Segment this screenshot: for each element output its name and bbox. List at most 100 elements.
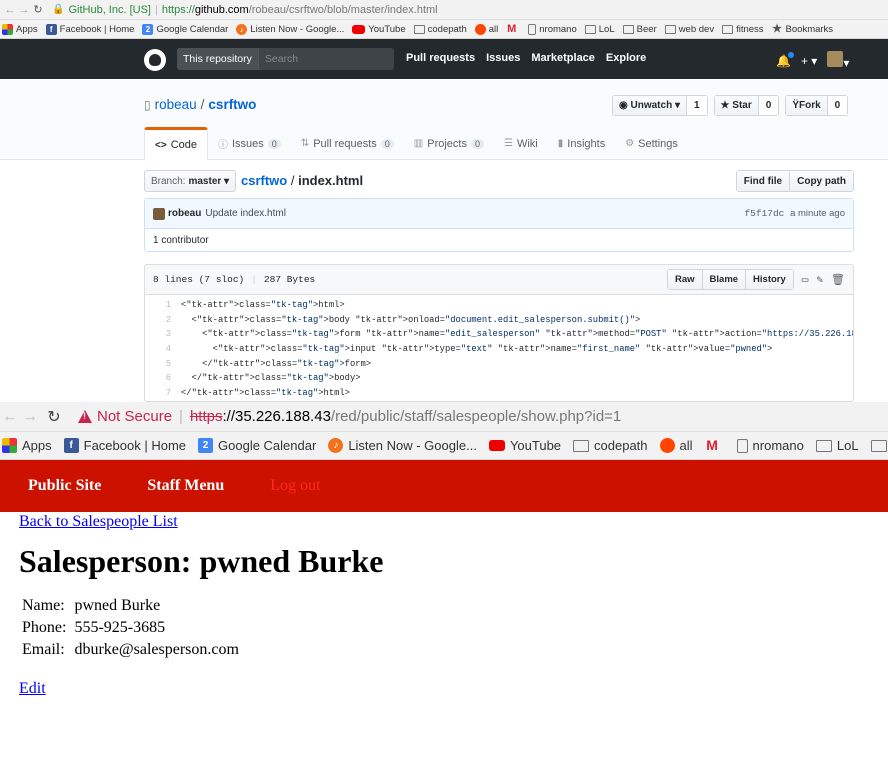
bookmark-gmail[interactable]: M (506, 23, 520, 35)
commit-message-link[interactable]: Update index.html (205, 208, 286, 219)
bookmark-lol[interactable]: LoL (815, 438, 859, 453)
raw-button[interactable]: Raw (667, 270, 702, 289)
breadcrumb-repo-link[interactable]: csrftwo (241, 173, 287, 188)
tab-projects[interactable]: ▥ Projects 0 (404, 127, 494, 160)
forward-icon[interactable]: → (18, 4, 30, 16)
bookmark-codepath[interactable]: codepath (573, 438, 648, 453)
bookmark-gmail[interactable]: M (705, 438, 725, 453)
tab-settings[interactable]: ⚙ Settings (615, 127, 688, 160)
bookmark-listen-now[interactable]: ♪ Listen Now - Google... (236, 23, 344, 35)
find-file-button[interactable]: Find file (736, 171, 790, 191)
history-button[interactable]: History (745, 270, 793, 289)
create-new-button[interactable]: + ▾ (801, 54, 817, 68)
search-input[interactable]: This repository Search (177, 48, 394, 70)
nav-issues[interactable]: Issues (486, 52, 520, 64)
fork-count[interactable]: 0 (827, 96, 848, 115)
bookmark-apps[interactable]: Apps (2, 23, 38, 35)
line-number[interactable]: 3 (145, 329, 181, 339)
commit-author-link[interactable]: robeau (168, 208, 201, 219)
commit-sha-link[interactable]: f5f17dc (744, 208, 784, 219)
bookmark-bookmarks[interactable]: ★ Bookmarks (772, 23, 833, 35)
code-blob: 1 <"tk-attr">class="tk-tag">html> 2 <"tk-a… (145, 295, 853, 400)
nav-marketplace[interactable]: Marketplace (531, 52, 595, 64)
desktop-icon[interactable]: ▭ (802, 273, 809, 287)
line-number[interactable]: 1 (145, 300, 181, 310)
bookmark-beer[interactable]: Beer (622, 24, 657, 35)
unwatch-button[interactable]: ◉ Unwatch ▾ (613, 96, 687, 115)
bookmark-google-calendar[interactable]: 2 Google Calendar (142, 23, 228, 35)
bookmark-facebook[interactable]: f Facebook | Home (45, 23, 134, 35)
nav-public-site[interactable]: Public Site (28, 477, 101, 495)
trash-icon[interactable]: 🗑 (831, 273, 845, 287)
nav-staff-menu[interactable]: Staff Menu (147, 477, 224, 495)
tab-insights[interactable]: ▮ Insights (548, 127, 615, 160)
back-icon[interactable]: ← (4, 4, 16, 16)
salesperson-address-bar[interactable]: ← → ↻ Not Secure | https://35.226.188.43… (0, 402, 888, 432)
bookmark-listen-now[interactable]: ♪ Listen Now - Google... (328, 438, 477, 453)
line-number[interactable]: 4 (145, 344, 181, 354)
bookmark-fitness[interactable]: fitness (722, 24, 764, 35)
star-button[interactable]: ★ Star (714, 96, 759, 115)
forward-icon[interactable]: → (20, 408, 40, 426)
bookmark-all[interactable]: all (659, 438, 693, 453)
github-logo-icon[interactable] (144, 49, 166, 71)
bookmark-all[interactable]: all (474, 23, 498, 35)
url-host[interactable]: github.com (195, 4, 249, 16)
bookmark-b[interactable]: B (870, 438, 888, 453)
tab-issues[interactable]: ⓘ Issues 0 (208, 127, 291, 160)
attribute-row-email: Email: dburke@salesperson.com (22, 640, 239, 660)
url-host[interactable]: ://35.226.188.43 (222, 408, 330, 425)
tab-code[interactable]: <> Code (144, 127, 208, 160)
line-number[interactable]: 5 (145, 359, 181, 369)
blame-button[interactable]: Blame (701, 270, 746, 289)
bookmark-facebook[interactable]: f Facebook | Home (63, 438, 186, 453)
bookmark-nromano[interactable]: nromano (736, 438, 804, 453)
github-address-bar[interactable]: ← → ↻ 🔒 GitHub, Inc. [US] | https://gith… (0, 0, 888, 20)
star-count[interactable]: 0 (758, 96, 779, 115)
repo-owner-link[interactable]: robeau (155, 97, 197, 112)
pencil-icon[interactable]: ✎ (816, 273, 823, 287)
url-path[interactable]: /robeau/csrftwo/blob/master/index.html (249, 4, 438, 16)
code-text: <"tk-attr">class="tk-tag">html> (181, 300, 345, 311)
url-scheme[interactable]: https (190, 408, 223, 425)
bookmark-google-calendar[interactable]: 2 Google Calendar (198, 438, 316, 453)
branch-select[interactable]: Branch: master ▾ (144, 170, 237, 192)
ev-certificate-label[interactable]: GitHub, Inc. [US] (68, 4, 151, 16)
music-icon: ♪ (236, 23, 248, 35)
back-icon[interactable]: ← (0, 408, 20, 426)
edit-link[interactable]: Edit (19, 680, 46, 698)
tab-pull-requests[interactable]: ⇅ Pull requests 0 (291, 127, 404, 160)
fork-button[interactable]: Ÿ Fork (786, 96, 828, 115)
nav-explore[interactable]: Explore (606, 52, 646, 64)
reload-icon[interactable]: ↻ (44, 407, 64, 427)
url-scheme[interactable]: https:// (162, 4, 195, 16)
folder-icon (573, 439, 590, 452)
user-menu-button[interactable]: ▾ (827, 51, 849, 70)
bookmark-nromano[interactable]: nromano (528, 23, 577, 35)
line-number[interactable]: 2 (145, 315, 181, 325)
repo-name-link[interactable]: csrftwo (208, 97, 256, 112)
line-number[interactable]: 6 (145, 373, 181, 383)
tab-wiki[interactable]: ☰ Wiki (494, 127, 548, 160)
line-number[interactable]: 7 (145, 388, 181, 398)
bookmark-codepath[interactable]: codepath (413, 24, 467, 35)
search-scope: This repository (177, 48, 259, 70)
nav-pull-requests[interactable]: Pull requests (406, 52, 475, 64)
bookmark-label: YouTube (368, 23, 406, 35)
security-indicator[interactable]: Not Secure (78, 408, 172, 425)
document-icon (528, 23, 537, 35)
back-to-salespeople-link[interactable]: Back to Salespeople List (19, 513, 178, 531)
reload-icon[interactable]: ↻ (32, 3, 44, 16)
watch-count[interactable]: 1 (686, 96, 707, 115)
unwatch-label: Unwatch ▾ (630, 100, 680, 111)
bookmark-lol[interactable]: LoL (584, 24, 615, 35)
bookmark-youtube[interactable]: YouTube (488, 438, 561, 453)
notification-bell-icon[interactable]: 🔔 (776, 51, 794, 68)
nav-log-out[interactable]: Log out (270, 477, 320, 495)
bookmark-web-dev[interactable]: web dev (664, 24, 714, 35)
copy-path-button[interactable]: Copy path (789, 171, 853, 191)
contributors-count[interactable]: 1 contributor (153, 235, 209, 246)
url-path[interactable]: /red/public/staff/salespeople/show.php?i… (331, 408, 621, 425)
bookmark-youtube[interactable]: YouTube (352, 23, 406, 35)
bookmark-apps[interactable]: Apps (2, 438, 52, 453)
